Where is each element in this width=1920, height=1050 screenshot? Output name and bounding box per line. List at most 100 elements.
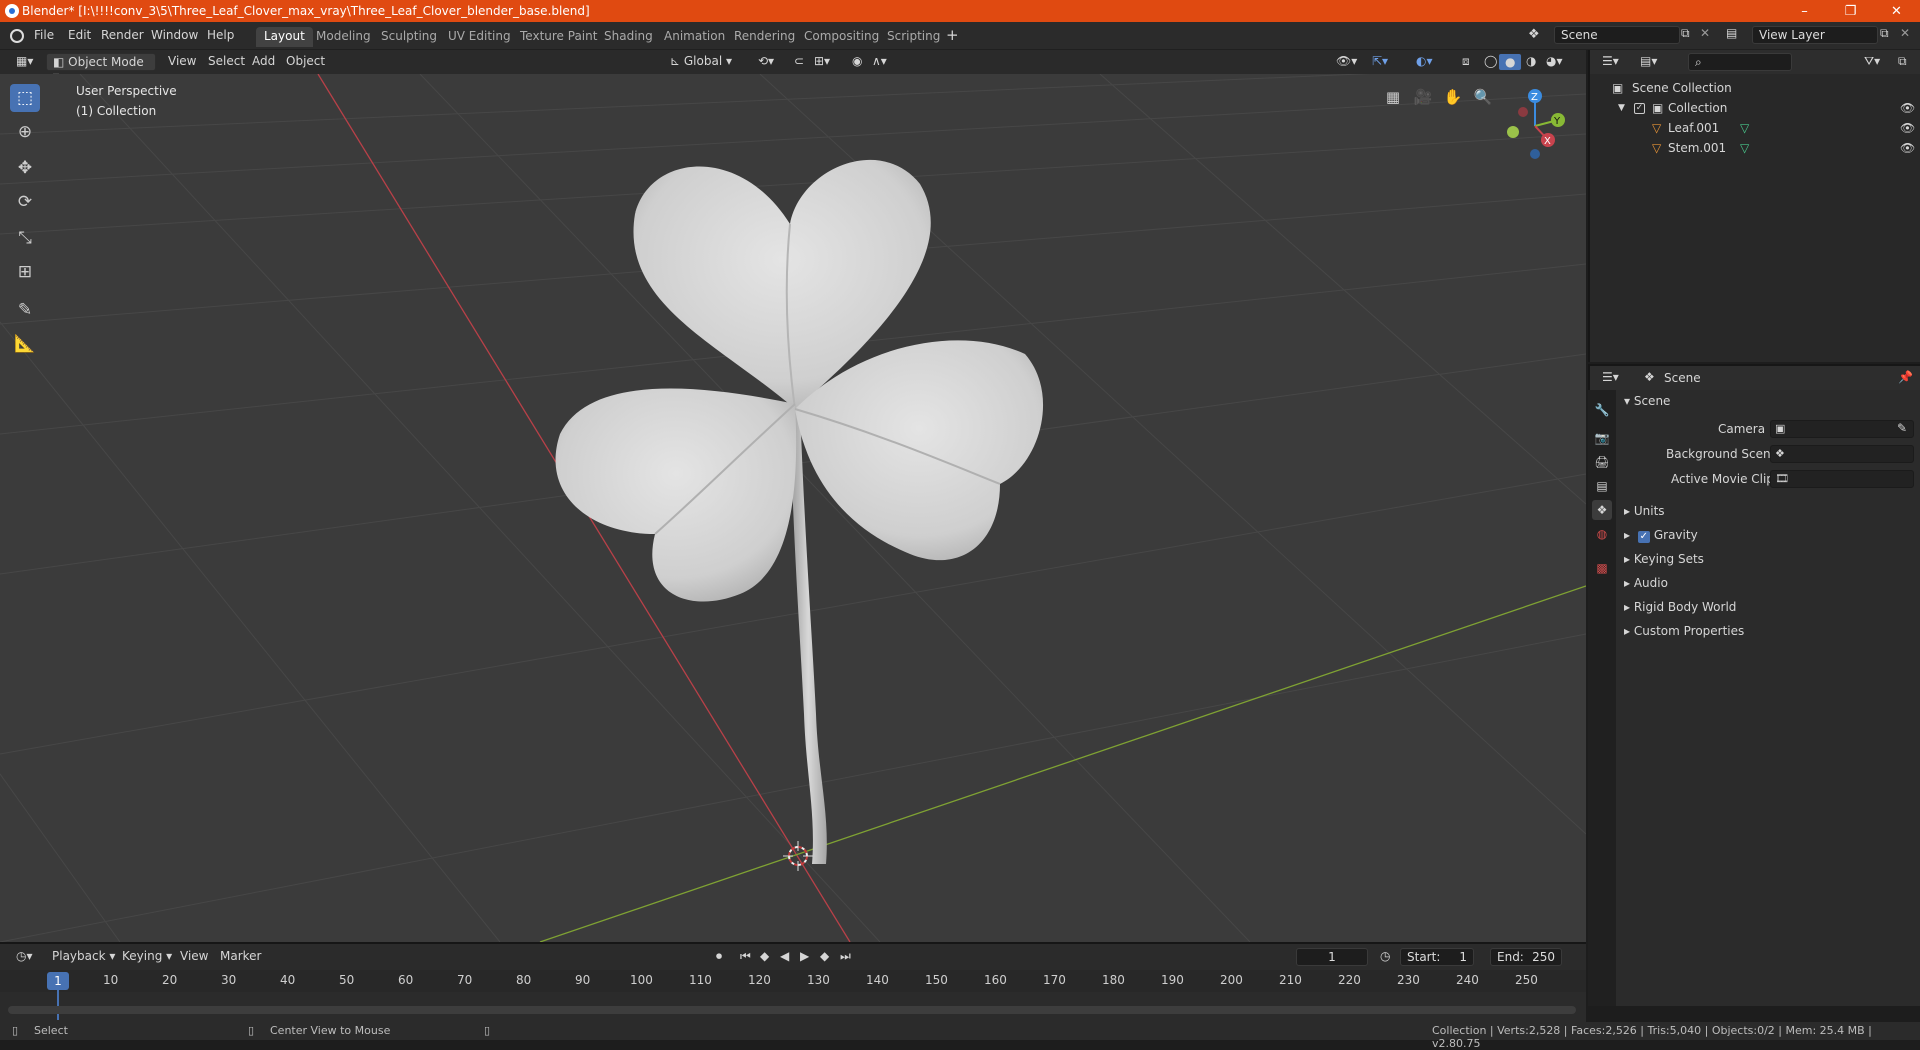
tab-rendering[interactable]: Rendering bbox=[726, 27, 803, 47]
background-scene-field[interactable]: ❖ bbox=[1770, 445, 1914, 463]
blender-menu-icon[interactable] bbox=[10, 29, 24, 43]
outliner-search-input[interactable]: ⌕ bbox=[1688, 53, 1792, 71]
audio-panel-header[interactable]: ▸ Audio bbox=[1624, 576, 1668, 590]
gravity-panel-header[interactable]: ▸ ✓ Gravity bbox=[1624, 528, 1698, 543]
view-layer-icon[interactable]: ▤ bbox=[1726, 26, 1737, 40]
move-tool-icon[interactable]: ✥ bbox=[10, 154, 40, 182]
jump-end-icon[interactable]: ⏭ bbox=[834, 948, 857, 966]
menu-help[interactable]: Help bbox=[207, 28, 234, 42]
output-properties-tab-icon[interactable]: 🖨 bbox=[1592, 452, 1612, 472]
tab-layout[interactable]: Layout bbox=[256, 27, 313, 47]
timeline-editor-type-icon[interactable]: ◷▾ bbox=[10, 948, 39, 966]
view-layer-properties-tab-icon[interactable]: ▤ bbox=[1592, 476, 1612, 496]
tab-scripting[interactable]: Scripting bbox=[879, 27, 948, 47]
texture-properties-tab-icon[interactable]: ▩ bbox=[1592, 558, 1612, 578]
gravity-checkbox[interactable]: ✓ bbox=[1637, 531, 1650, 543]
navigation-gizmo[interactable]: Z Y X bbox=[1490, 84, 1570, 164]
eyedropper-icon[interactable]: ✎ bbox=[1897, 421, 1907, 435]
scale-tool-icon[interactable]: ⤡ bbox=[10, 224, 40, 252]
pin-icon[interactable]: 📌 bbox=[1898, 370, 1913, 384]
tab-modeling[interactable]: Modeling bbox=[308, 27, 379, 47]
menu-render[interactable]: Render bbox=[101, 28, 144, 42]
tab-animation[interactable]: Animation bbox=[656, 27, 733, 47]
collection-checkbox[interactable]: ✓ bbox=[1634, 103, 1645, 114]
menu-playback[interactable]: Playback ▾ bbox=[46, 948, 121, 966]
properties-editor-type-icon[interactable]: ☰▾ bbox=[1602, 370, 1619, 384]
jump-keyframe-back-icon[interactable]: ◆ bbox=[754, 948, 775, 966]
outliner-editor-type-icon[interactable]: ☰▾ bbox=[1602, 54, 1619, 68]
outliner-row-scene-collection[interactable]: ▣ Scene Collection bbox=[1590, 78, 1920, 98]
pivot-point-icon[interactable]: ⟲▾ bbox=[752, 53, 780, 71]
new-scene-icon[interactable]: ⧉ bbox=[1681, 26, 1690, 41]
tab-texture-paint[interactable]: Texture Paint bbox=[512, 27, 605, 47]
new-view-layer-icon[interactable]: ⧉ bbox=[1880, 26, 1889, 41]
snap-icon[interactable]: ⊂ bbox=[788, 53, 810, 71]
start-frame-field[interactable]: Start: 1 bbox=[1400, 948, 1474, 966]
select-box-tool-icon[interactable]: ⬚ bbox=[10, 84, 40, 112]
scene-properties-tab-icon[interactable]: ❖ bbox=[1592, 500, 1612, 520]
zoom-view-icon[interactable]: 🔍 bbox=[1470, 84, 1496, 110]
menu-file[interactable]: File bbox=[34, 28, 54, 42]
menu-window[interactable]: Window bbox=[151, 28, 198, 42]
measure-tool-icon[interactable]: 📐 bbox=[10, 330, 40, 358]
shading-rendered-icon[interactable]: ◕▾ bbox=[1540, 53, 1569, 71]
close-button[interactable]: ✕ bbox=[1874, 0, 1919, 22]
xray-toggle-icon[interactable]: ⧈ bbox=[1456, 53, 1476, 71]
menu-select[interactable]: Select bbox=[202, 53, 251, 71]
proportional-falloff-icon[interactable]: ∧▾ bbox=[866, 53, 893, 71]
transform-orientation-dropdown[interactable]: ⊾ Global ▾ bbox=[664, 53, 746, 71]
render-properties-tab-icon[interactable]: 📷 bbox=[1592, 428, 1612, 448]
shading-solid-icon[interactable]: ● bbox=[1498, 53, 1523, 71]
delete-view-layer-icon[interactable]: ✕ bbox=[1900, 26, 1910, 40]
visibility-eye-icon[interactable]: 👁 bbox=[1900, 121, 1915, 135]
tab-compositing[interactable]: Compositing bbox=[796, 27, 887, 47]
add-workspace-icon[interactable]: + bbox=[946, 26, 959, 44]
minimize-button[interactable]: – bbox=[1782, 0, 1827, 22]
menu-view[interactable]: View bbox=[162, 53, 202, 71]
outliner-row-stem[interactable]: ▽ Stem.001 ▽ 👁 bbox=[1590, 138, 1920, 158]
menu-object[interactable]: Object bbox=[280, 53, 331, 71]
view-layer-field[interactable]: View Layer bbox=[1752, 26, 1878, 44]
world-properties-tab-icon[interactable]: ◍ bbox=[1592, 524, 1612, 544]
annotate-tool-icon[interactable]: ✎ bbox=[10, 296, 40, 324]
tab-shading[interactable]: Shading bbox=[596, 27, 661, 47]
toggle-camera-grid-icon[interactable]: ▦ bbox=[1380, 84, 1406, 110]
visibility-eye-icon[interactable]: 👁 bbox=[1900, 101, 1915, 115]
jump-keyframe-forward-icon[interactable]: ◆ bbox=[814, 948, 835, 966]
tool-properties-tab-icon[interactable]: 🔧 bbox=[1592, 400, 1612, 420]
visibility-icon[interactable]: 👁▾ bbox=[1330, 53, 1363, 71]
outliner-row-leaf[interactable]: ▽ Leaf.001 ▽ 👁 bbox=[1590, 118, 1920, 138]
overlays-toggle-icon[interactable]: ◐▾ bbox=[1410, 53, 1439, 71]
cursor-tool-icon[interactable]: ⊕ bbox=[10, 118, 40, 146]
mode-dropdown[interactable]: ◧ Object Mode ▾ bbox=[46, 53, 156, 83]
menu-keying[interactable]: Keying ▾ bbox=[116, 948, 178, 966]
play-reverse-icon[interactable]: ◀ bbox=[774, 948, 795, 966]
visibility-eye-icon[interactable]: 👁 bbox=[1900, 141, 1915, 155]
mesh-data-icon[interactable]: ▽ bbox=[1740, 121, 1749, 135]
menu-edit[interactable]: Edit bbox=[68, 28, 91, 42]
menu-add[interactable]: Add bbox=[246, 53, 281, 71]
current-frame-field[interactable]: 1 bbox=[1296, 948, 1368, 966]
camera-field[interactable]: ▣ ✎ bbox=[1770, 420, 1914, 438]
rotate-tool-icon[interactable]: ⟳ bbox=[10, 188, 40, 216]
mesh-data-icon[interactable]: ▽ bbox=[1740, 141, 1749, 155]
menu-timeline-view[interactable]: View bbox=[174, 948, 214, 966]
end-frame-field[interactable]: End: 250 bbox=[1490, 948, 1562, 966]
custom-properties-panel-header[interactable]: ▸ Custom Properties bbox=[1624, 624, 1744, 638]
delete-scene-icon[interactable]: ✕ bbox=[1700, 26, 1710, 40]
keying-sets-panel-header[interactable]: ▸ Keying Sets bbox=[1624, 552, 1704, 566]
timeline-ruler[interactable]: 1 10 20 30 40 50 60 70 80 90 100 110 120… bbox=[0, 970, 1586, 1020]
filter-icon[interactable]: ⛛▾ bbox=[1864, 54, 1880, 69]
record-icon[interactable]: ⏺ bbox=[710, 948, 728, 966]
3d-viewport[interactable]: User Perspective (1) Collection Z Y X ▦ … bbox=[0, 74, 1586, 942]
gizmo-toggle-icon[interactable]: ⇱▾ bbox=[1366, 53, 1394, 71]
timeline-scrollbar[interactable] bbox=[8, 1006, 1576, 1014]
scene-selector-icon[interactable]: ❖ bbox=[1528, 27, 1540, 42]
menu-marker[interactable]: Marker bbox=[214, 948, 267, 966]
new-collection-icon[interactable]: ⧉ bbox=[1898, 54, 1907, 69]
units-panel-header[interactable]: ▸ Units bbox=[1624, 504, 1665, 518]
play-icon[interactable]: ▶ bbox=[794, 948, 815, 966]
outliner-display-mode-icon[interactable]: ▤▾ bbox=[1640, 54, 1657, 68]
maximize-button[interactable]: ❐ bbox=[1828, 0, 1873, 22]
scene-panel-header[interactable]: ▾ Scene bbox=[1624, 394, 1670, 408]
